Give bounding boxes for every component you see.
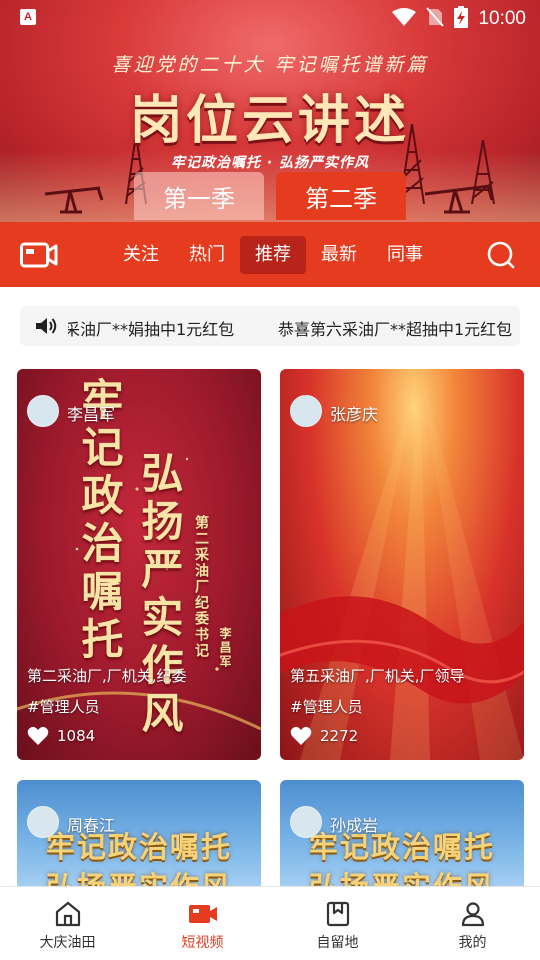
home-icon: [55, 901, 80, 927]
no-sim-icon: [426, 7, 445, 31]
feed-tabs: 关注 热门 推荐 最新 同事: [108, 236, 438, 274]
search-icon: [487, 241, 515, 269]
like-button[interactable]: 1084: [27, 726, 95, 746]
bottom-nav: 大庆油田 短视频 自留地 我的: [0, 886, 540, 960]
ticker-message: 恭喜第六采油厂**超抽中1元红包: [278, 320, 513, 339]
author-name[interactable]: 周春江: [67, 812, 115, 836]
card-department: 第五采油厂,厂机关,厂领导: [290, 667, 465, 685]
card-tag[interactable]: #管理人员: [27, 696, 100, 717]
bottom-nav-private-space[interactable]: 自留地: [270, 887, 405, 960]
avatar[interactable]: [290, 806, 322, 838]
hero-subtitle: 牢记政治嘱托 · 弘扬严实作风: [170, 155, 370, 171]
bottom-nav-label: 大庆油田: [39, 935, 96, 951]
author-name[interactable]: 李昌军: [67, 401, 115, 425]
avatar[interactable]: [27, 395, 59, 427]
app-notification-icon: A: [20, 9, 36, 25]
bottom-nav-label: 短视频: [181, 935, 224, 951]
pumpjack-icon: [40, 184, 110, 214]
person-icon: [461, 902, 484, 927]
card-art-text: 李昌军: [218, 627, 232, 669]
tab-recommended[interactable]: 推荐: [240, 236, 306, 274]
hero-slogan: 喜迎党的二十大 牢记嘱托谱新篇: [111, 54, 429, 76]
card-art-text: 弘扬严实作风: [135, 451, 184, 739]
tab-colleagues[interactable]: 同事: [372, 236, 438, 274]
like-count: 2272: [320, 727, 359, 745]
status-bar: A 10:00: [0, 0, 540, 36]
like-count: 1084: [57, 727, 96, 745]
heart-icon: [27, 726, 49, 745]
ticker-track: 采油厂**娟抽中1元红包 恭喜第六采油厂**超抽中1元红包: [68, 306, 514, 346]
clock-time: 10:00: [478, 8, 526, 29]
wifi-icon: [392, 8, 417, 30]
heart-icon: [290, 726, 312, 745]
search-button[interactable]: [486, 240, 516, 274]
ticker-message: 采油厂**娟抽中1元红包: [68, 320, 235, 339]
hero-title: 岗位云讲述: [129, 90, 410, 151]
hero-banner[interactable]: A 10:00 喜迎党的二十大 牢记嘱托谱新篇 岗位云讲述 牢记政治嘱托 · 弘…: [0, 0, 540, 222]
season-tabs: 第一季 第二季: [134, 172, 406, 220]
bottom-nav-label: 自留地: [316, 935, 359, 951]
bottom-nav-home[interactable]: 大庆油田: [0, 887, 135, 960]
bookmark-icon: [326, 901, 349, 927]
card-art-text: 第二采油厂纪委书记: [193, 515, 209, 659]
bottom-nav-profile[interactable]: 我的: [405, 887, 540, 960]
bottom-nav-label: 我的: [458, 935, 487, 951]
speaker-icon: [34, 316, 58, 340]
season-tab-2[interactable]: 第二季: [276, 172, 406, 220]
video-camera-icon: [188, 905, 217, 923]
card-tag[interactable]: #管理人员: [290, 696, 363, 717]
video-card[interactable]: 牢记政治嘱托 弘扬严实作风 孙成岩: [280, 780, 524, 890]
tab-follow[interactable]: 关注: [108, 236, 174, 274]
video-camera-icon: [20, 242, 58, 268]
like-button[interactable]: 2272: [290, 726, 358, 746]
avatar[interactable]: [27, 806, 59, 838]
pumpjack-icon: [420, 182, 510, 214]
author-name[interactable]: 孙成岩: [330, 812, 378, 836]
category-nav: 关注 热门 推荐 最新 同事: [0, 222, 540, 287]
tab-latest[interactable]: 最新: [306, 236, 372, 274]
avatar[interactable]: [290, 395, 322, 427]
record-video-button[interactable]: [20, 241, 58, 269]
video-card[interactable]: 牢记政治嘱托 弘扬严实作风 第二采油厂纪委书记 李昌军 李昌军 第二采油厂,厂机…: [17, 369, 261, 760]
bottom-nav-short-video[interactable]: 短视频: [135, 887, 270, 960]
announcement-ticker[interactable]: 采油厂**娟抽中1元红包 恭喜第六采油厂**超抽中1元红包: [20, 306, 520, 346]
author-name[interactable]: 张彦庆: [330, 401, 378, 425]
tab-hot[interactable]: 热门: [174, 236, 240, 274]
season-tab-1[interactable]: 第一季: [134, 172, 264, 220]
battery-charging-icon: [454, 6, 469, 32]
video-card[interactable]: 张彦庆 第五采油厂,厂机关,厂领导 #管理人员 2272: [280, 369, 524, 760]
card-department: 第二采油厂,厂机关,纪委: [27, 667, 187, 685]
video-card[interactable]: 牢记政治嘱托 弘扬严实作风 周春江: [17, 780, 261, 890]
